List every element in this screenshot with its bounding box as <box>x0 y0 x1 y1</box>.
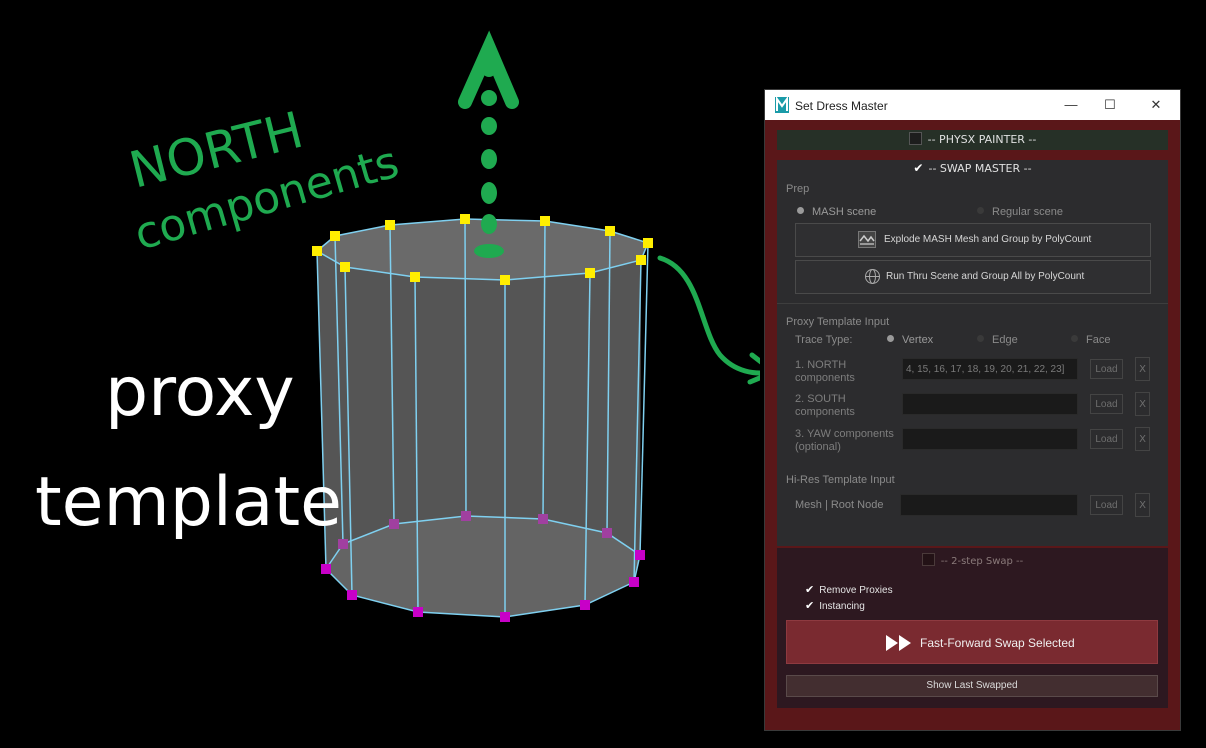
globe-icon <box>865 269 880 284</box>
show-last-swapped-button[interactable]: Show Last Swapped <box>786 675 1158 697</box>
title-bar: Set Dress Master — ☐ ✕ <box>765 90 1180 120</box>
hires-template-section: Hi-Res Template Input <box>786 474 895 486</box>
window-title: Set Dress Master <box>795 99 888 113</box>
physx-checkbox[interactable] <box>908 132 922 145</box>
physx-painter-bar[interactable]: -- PHYSX PAINTER -- <box>777 130 1168 150</box>
remove-proxies-option[interactable]: ✔ Remove Proxies <box>805 583 893 596</box>
proxy-label-line2: template <box>35 463 342 542</box>
maya-logo-icon <box>775 97 789 113</box>
mesh-root-field[interactable] <box>900 494 1078 516</box>
trace-edge-radio[interactable]: Edge <box>977 334 1018 346</box>
swap-master-panel: ✔ -- SWAP MASTER -- Prep MASH scene Regul… <box>777 160 1168 546</box>
north-components-field[interactable]: 4, 15, 16, 17, 18, 19, 20, 21, 22, 23] <box>902 358 1078 380</box>
instancing-option[interactable]: ✔ Instancing <box>805 599 865 612</box>
run-thru-scene-button[interactable]: Run Thru Scene and Group All by PolyCoun… <box>795 260 1151 294</box>
regular-scene-radio[interactable]: Regular scene <box>977 206 1063 218</box>
trace-type-label: Trace Type: <box>795 334 853 346</box>
explode-mash-button[interactable]: Explode MASH Mesh and Group by PolyCount <box>795 223 1151 257</box>
north-components-label: 1. NORTH components <box>795 359 855 384</box>
hires-load-button[interactable]: Load <box>1090 495 1123 515</box>
run-thru-scene-label: Run Thru Scene and Group All by PolyCoun… <box>886 271 1085 282</box>
north-load-button[interactable]: Load <box>1090 359 1123 379</box>
explode-mash-label: Explode MASH Mesh and Group by PolyCount <box>884 234 1092 245</box>
minimize-icon[interactable]: — <box>1061 95 1081 115</box>
mash-scene-radio[interactable]: MASH scene <box>797 206 876 218</box>
physx-header: -- PHYSX PAINTER -- <box>927 133 1037 146</box>
maximize-icon[interactable]: ☐ <box>1100 95 1120 115</box>
two-step-header-row[interactable]: -- 2-step Swap -- <box>777 552 1168 572</box>
two-step-swap-panel: -- 2-step Swap -- ✔ Remove Proxies ✔ Insta… <box>777 548 1168 708</box>
south-components-field[interactable] <box>902 393 1078 415</box>
swap-master-header-row[interactable]: ✔ -- SWAP MASTER -- <box>777 158 1168 178</box>
south-clear-button[interactable]: X <box>1135 392 1150 416</box>
fast-forward-icon <box>886 635 911 651</box>
south-load-button[interactable]: Load <box>1090 394 1123 414</box>
fast-forward-label: Fast-Forward Swap Selected <box>920 636 1075 650</box>
yaw-components-field[interactable] <box>902 428 1078 450</box>
proxy-template-section: Proxy Template Input <box>786 316 890 328</box>
swap-master-header: -- SWAP MASTER -- <box>928 162 1032 175</box>
close-icon[interactable]: ✕ <box>1146 95 1166 115</box>
two-step-checkbox[interactable] <box>921 553 935 566</box>
set-dress-master-window: Set Dress Master — ☐ ✕ -- PHYSX PAINTER … <box>765 90 1180 730</box>
hires-clear-button[interactable]: X <box>1135 493 1150 517</box>
divider <box>777 303 1168 304</box>
south-components-label: 2. SOUTH components <box>795 393 855 418</box>
trace-vertex-radio[interactable]: Vertex <box>887 334 933 346</box>
north-clear-button[interactable]: X <box>1135 357 1150 381</box>
mash-mesh-icon <box>858 231 876 248</box>
yaw-load-button[interactable]: Load <box>1090 429 1123 449</box>
viewport-artwork: NORTH components proxy template <box>35 30 760 622</box>
prep-label: Prep <box>786 183 810 195</box>
yaw-clear-button[interactable]: X <box>1135 427 1150 451</box>
two-step-header: -- 2-step Swap -- <box>940 556 1024 567</box>
trace-face-radio[interactable]: Face <box>1071 334 1110 346</box>
swap-master-check-icon[interactable]: ✔ <box>913 161 923 175</box>
mesh-root-label: Mesh | Root Node <box>795 499 884 511</box>
proxy-label-line1: proxy <box>105 353 295 432</box>
fast-forward-swap-button[interactable]: Fast-Forward Swap Selected <box>786 620 1158 664</box>
pointer-arrow <box>657 255 760 385</box>
yaw-components-label: 3. YAW components (optional) <box>795 428 894 453</box>
